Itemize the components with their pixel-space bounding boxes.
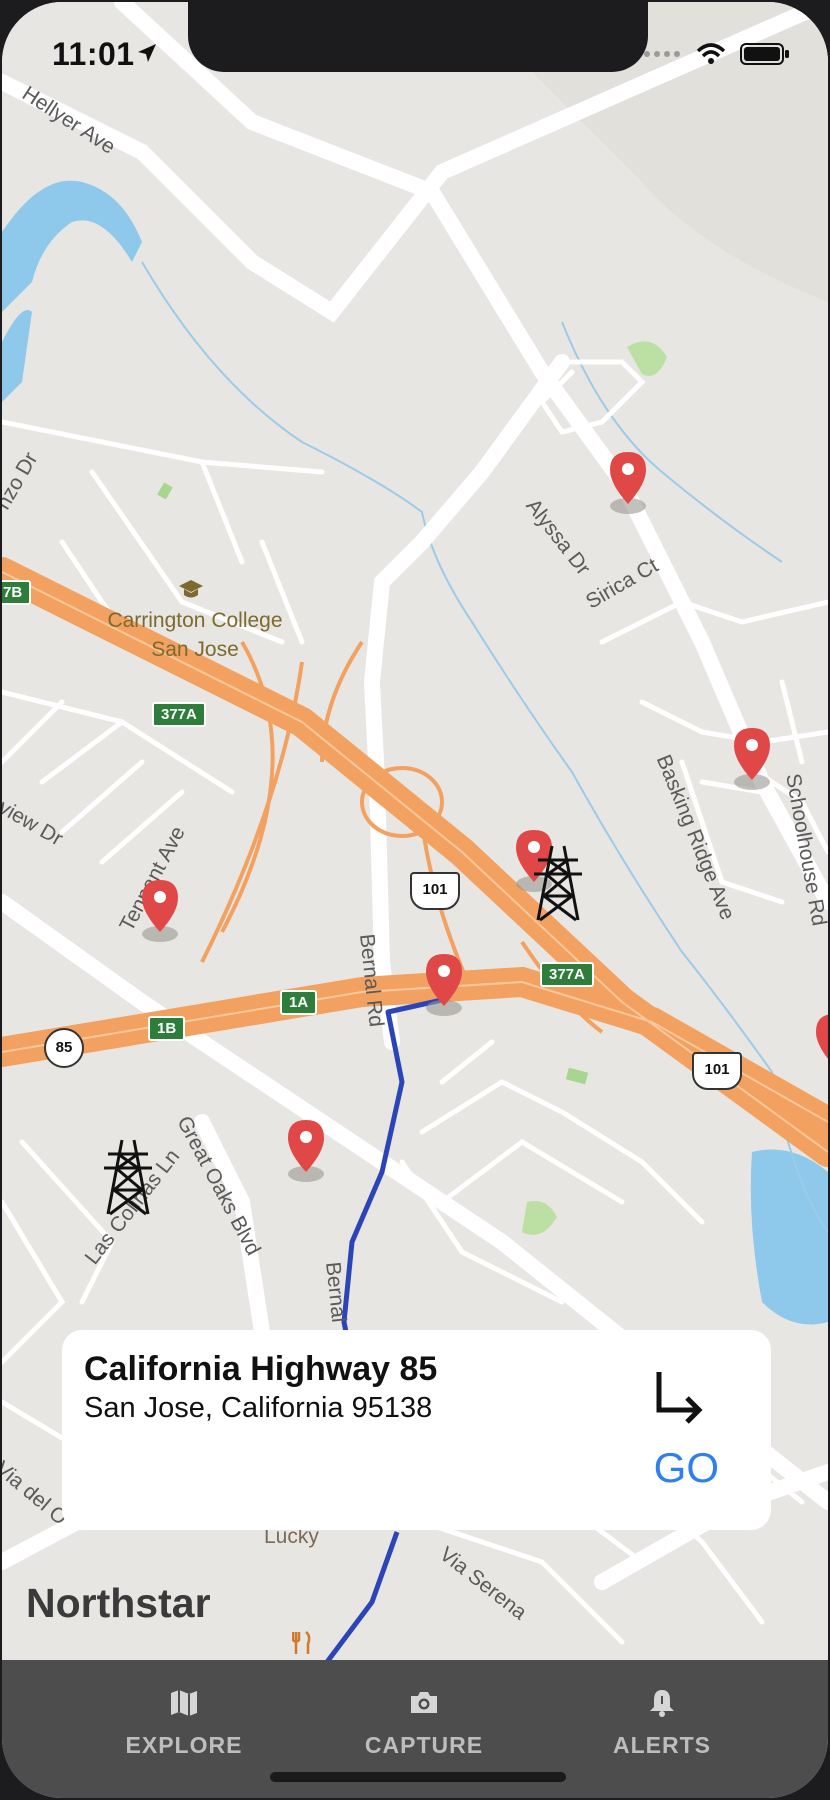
location-card[interactable]: California Highway 85 San Jose, Californ… xyxy=(62,1330,771,1530)
phone-screen: Hellyer Ave Alyssa Dr Sirica Ct Basking … xyxy=(2,2,828,1798)
us-route-101-shield-east: 101 xyxy=(692,1052,742,1090)
poi-carrington-college[interactable]: Carrington College San Jose xyxy=(90,606,300,664)
exit-shield-1b: 1B xyxy=(148,1016,186,1041)
location-subtitle: San Jose, California 95138 xyxy=(84,1392,433,1424)
status-time: 11:01 xyxy=(52,36,135,72)
state-route-85-shield: 85 xyxy=(44,1028,84,1068)
tab-explore-label: EXPLORE xyxy=(125,1732,243,1758)
app-brand-label: Northstar xyxy=(26,1580,211,1626)
school-icon xyxy=(179,580,203,598)
restaurant-icon xyxy=(292,1631,311,1654)
exit-shield-377a: 377A xyxy=(152,702,206,727)
map-pin-icon[interactable] xyxy=(138,878,182,944)
power-tower-icon[interactable] xyxy=(102,1136,154,1218)
bell-icon xyxy=(650,1690,674,1717)
map-icon xyxy=(171,1690,197,1716)
device-notch xyxy=(188,2,648,72)
map-pin-icon[interactable] xyxy=(606,450,650,516)
go-button[interactable]: GO xyxy=(654,1444,719,1492)
camera-icon xyxy=(411,1692,437,1713)
tab-alerts[interactable]: ALERTS xyxy=(562,1686,762,1759)
tab-alerts-label: ALERTS xyxy=(613,1732,711,1758)
exit-shield-1a: 1A xyxy=(280,990,318,1015)
map-pin-icon[interactable] xyxy=(422,952,466,1018)
cellular-signal-icon xyxy=(644,51,680,57)
us-route-101-shield: 101 xyxy=(410,872,460,910)
tab-capture-label: CAPTURE xyxy=(364,1732,484,1758)
turn-right-arrow-icon xyxy=(656,1372,703,1424)
location-arrow-icon xyxy=(138,44,156,62)
tab-explore[interactable]: EXPLORE xyxy=(84,1686,284,1759)
exit-shield-7b: 7B xyxy=(2,580,32,605)
map-pin-icon[interactable] xyxy=(812,1012,828,1078)
exit-shield-377a-east: 377A xyxy=(540,962,594,987)
tab-capture[interactable]: CAPTURE xyxy=(324,1686,524,1759)
wifi-icon xyxy=(696,43,726,64)
location-title: California Highway 85 xyxy=(84,1350,438,1388)
status-indicators xyxy=(642,42,790,66)
power-tower-icon[interactable] xyxy=(532,842,584,924)
map-pin-icon[interactable] xyxy=(730,726,774,792)
home-indicator[interactable] xyxy=(270,1772,566,1782)
battery-icon xyxy=(740,43,789,65)
map-pin-icon[interactable] xyxy=(284,1118,328,1184)
